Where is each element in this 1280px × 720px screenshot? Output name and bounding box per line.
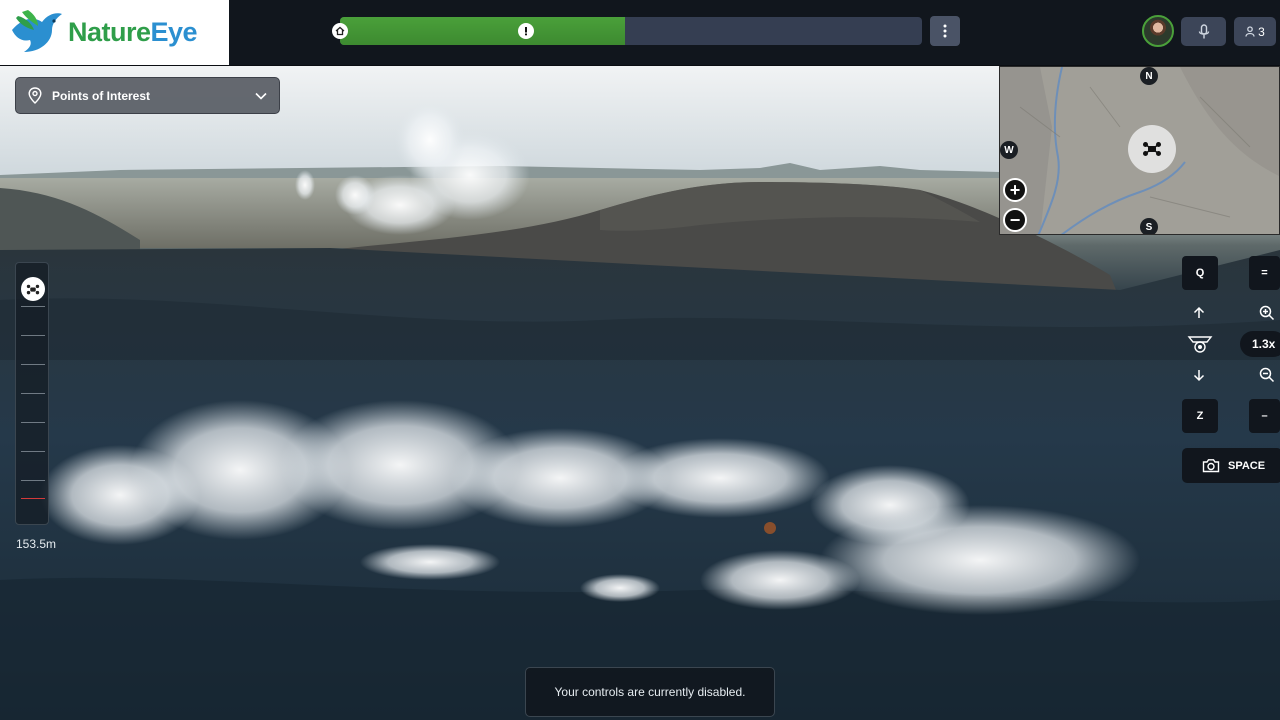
zoom-in-button[interactable] xyxy=(1256,302,1278,324)
altitude-indicator xyxy=(21,277,45,301)
brand-name-part1: Nature xyxy=(68,17,151,47)
brand-name: NatureEye xyxy=(68,17,198,48)
altitude-value: 153.5m xyxy=(16,537,57,551)
user-icon xyxy=(1245,26,1255,37)
zoom-out-button[interactable] xyxy=(1256,364,1278,386)
altitude-tick xyxy=(21,422,45,423)
zoom-out-icon xyxy=(1259,367,1275,383)
participant-count: 3 xyxy=(1258,24,1265,39)
compass-north: N xyxy=(1140,67,1158,85)
top-bar: NatureEye 3 xyxy=(0,0,1280,66)
compass-south: S xyxy=(1140,218,1158,234)
altitude-tick xyxy=(21,451,45,452)
descend-arrow-button[interactable] xyxy=(1188,364,1210,386)
minimap[interactable]: N S W + − xyxy=(999,66,1280,235)
altitude-gauge xyxy=(15,262,49,525)
vertical-dots-icon xyxy=(943,24,947,38)
camera-gimbal-indicator xyxy=(1186,333,1214,355)
gimbal-camera-icon xyxy=(1187,336,1213,353)
home-icon xyxy=(335,26,345,36)
timeline-progress-fill xyxy=(340,17,626,45)
capture-key-label: SPACE xyxy=(1228,459,1266,472)
altitude-tick xyxy=(21,335,45,336)
minimap-zoom-in-button[interactable]: + xyxy=(1003,178,1027,202)
brand-name-part2: Eye xyxy=(150,17,198,47)
camera-icon xyxy=(1202,459,1220,473)
compass-west: W xyxy=(1000,141,1018,159)
descend-key-button[interactable]: Z xyxy=(1182,399,1218,433)
minimap-zoom-out-button[interactable]: − xyxy=(1003,208,1027,232)
altitude-limit-marker xyxy=(21,498,45,499)
altitude-tick xyxy=(21,480,45,481)
points-of-interest-dropdown[interactable]: Points of Interest xyxy=(15,77,280,114)
participants-button[interactable]: 3 xyxy=(1234,17,1276,46)
microphone-icon xyxy=(1198,23,1209,38)
user-avatar[interactable] xyxy=(1142,15,1174,47)
brand-logo: NatureEye xyxy=(0,0,229,65)
zoom-in-key-button[interactable]: = xyxy=(1249,256,1280,290)
zoom-in-icon xyxy=(1259,305,1275,321)
drone-icon xyxy=(26,284,40,294)
map-pin-icon xyxy=(28,87,42,104)
ascend-key-button[interactable]: Q xyxy=(1182,256,1218,290)
chevron-down-icon xyxy=(255,92,267,100)
arrow-up-icon xyxy=(1193,306,1205,318)
drone-position-marker xyxy=(1128,125,1176,173)
zoom-out-key-button[interactable]: – xyxy=(1249,399,1280,433)
drone-icon xyxy=(1143,142,1161,156)
bird-logo-icon xyxy=(12,9,62,52)
arrow-down-icon xyxy=(1193,370,1205,382)
app-root: NatureEye 3 Points of Interest N S W + −… xyxy=(0,0,1280,720)
status-message: Your controls are currently disabled. xyxy=(554,685,746,699)
controls-disabled-notice: Your controls are currently disabled. xyxy=(525,667,775,717)
camera-zoom-level: 1.3x xyxy=(1240,331,1280,357)
points-of-interest-label: Points of Interest xyxy=(52,88,151,103)
altitude-tick xyxy=(21,364,45,365)
options-menu-button[interactable] xyxy=(930,16,960,46)
ascend-arrow-button[interactable] xyxy=(1188,302,1210,324)
mission-timeline[interactable] xyxy=(340,17,922,45)
capture-photo-button[interactable]: SPACE xyxy=(1182,448,1280,483)
microphone-button[interactable] xyxy=(1181,17,1226,46)
exclamation-icon xyxy=(525,27,528,36)
timeline-home-marker[interactable] xyxy=(332,23,348,39)
altitude-tick xyxy=(21,393,45,394)
altitude-tick xyxy=(21,306,45,307)
